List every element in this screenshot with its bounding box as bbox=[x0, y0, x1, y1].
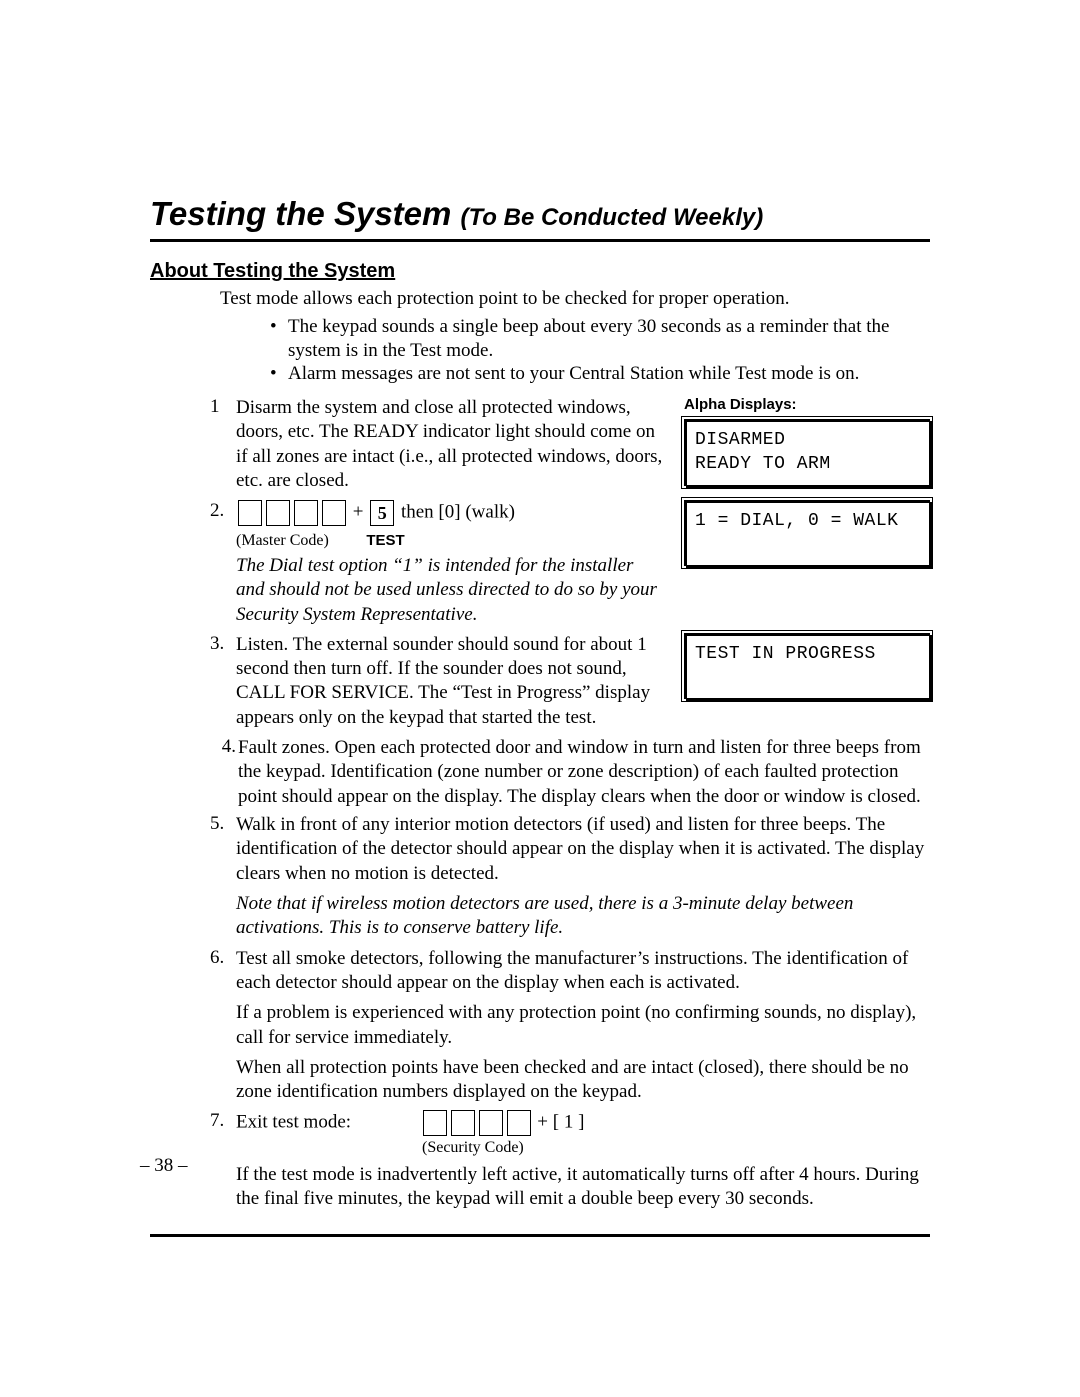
step-6-row: 6. Test all smoke detectors, following t… bbox=[210, 947, 930, 1105]
code-digit-box bbox=[451, 1110, 475, 1136]
code-digit-box bbox=[507, 1110, 531, 1136]
plus-sign: + bbox=[353, 501, 368, 522]
lcd-display-dial-walk: 1 = DIAL, 0 = WALK bbox=[684, 500, 930, 567]
bullet-item: •Alarm messages are not sent to your Cen… bbox=[270, 362, 930, 386]
page-number: – 38 – bbox=[140, 1155, 188, 1177]
lcd-line: DISARMED bbox=[695, 428, 919, 452]
step-2-after: then [0] (walk) bbox=[401, 501, 515, 522]
key-five-box: 5 bbox=[370, 500, 394, 526]
title-subtitle: (To Be Conducted Weekly) bbox=[461, 204, 764, 231]
alpha-displays-column: Alpha Displays: DISARMED READY TO ARM bbox=[684, 396, 930, 502]
bullet-dot-icon: • bbox=[270, 315, 288, 363]
step-text: Disarm the system and close all protecte… bbox=[236, 396, 666, 493]
lcd-line: 1 = DIAL, 0 = WALK bbox=[695, 509, 919, 533]
step-number: 4. bbox=[210, 736, 238, 809]
step-number: 7. bbox=[210, 1110, 236, 1211]
step-number: 2. bbox=[210, 500, 236, 627]
step-2-row: 2. + 5 then [0] (walk) (Master Code) TES… bbox=[210, 500, 930, 631]
alpha-displays-label: Alpha Displays: bbox=[684, 396, 930, 413]
page-title: Testing the System (To Be Conducted Week… bbox=[150, 195, 930, 233]
lcd-line-blank bbox=[695, 533, 919, 557]
bullet-text: The keypad sounds a single beep about ev… bbox=[288, 315, 930, 363]
step-number: 6. bbox=[210, 947, 236, 1105]
step-7-tail: If the test mode is inadvertently left a… bbox=[236, 1163, 930, 1212]
test-label: TEST bbox=[366, 532, 404, 549]
step-body: Walk in front of any interior motion det… bbox=[236, 813, 930, 941]
step-text: Fault zones. Open each protected door an… bbox=[238, 736, 930, 809]
intro-text: Test mode allows each protection point t… bbox=[220, 287, 930, 311]
code-digit-box bbox=[423, 1110, 447, 1136]
exit-test-mode-label: Exit test mode: bbox=[236, 1112, 351, 1133]
code-digit-box bbox=[266, 500, 290, 526]
step-4-row: 4. Fault zones. Open each protected door… bbox=[210, 736, 930, 809]
step-6-p1: Test all smoke detectors, following the … bbox=[236, 947, 930, 996]
step-6-p3: When all protection points have been che… bbox=[236, 1056, 930, 1105]
lcd-line: TEST IN PROGRESS bbox=[695, 642, 919, 666]
step-body: + 5 then [0] (walk) (Master Code) TEST T… bbox=[236, 500, 666, 627]
step-6-p2: If a problem is experienced with any pro… bbox=[236, 1001, 930, 1050]
security-code-label: (Security Code) bbox=[422, 1138, 930, 1158]
step-2-left: 2. + 5 then [0] (walk) (Master Code) TES… bbox=[210, 500, 666, 631]
lcd-display-disarmed: DISARMED READY TO ARM bbox=[684, 419, 930, 486]
step-number: 5. bbox=[210, 813, 236, 941]
step-1-left: 1 Disarm the system and close all protec… bbox=[210, 396, 666, 502]
master-code-label: (Master Code) bbox=[236, 532, 329, 549]
code-digit-box bbox=[238, 500, 262, 526]
code-digit-box bbox=[294, 500, 318, 526]
lcd-column: TEST IN PROGRESS bbox=[684, 633, 930, 734]
step-7-plus-one: + [ 1 ] bbox=[537, 1112, 584, 1133]
step-text: Walk in front of any interior motion det… bbox=[236, 813, 930, 886]
step-number: 3. bbox=[210, 633, 236, 730]
step-body: Exit test mode: + [ 1 ] (Security Code) … bbox=[236, 1110, 930, 1211]
title-main: Testing the System bbox=[150, 195, 461, 232]
step-3-row: 3. Listen. The external sounder should s… bbox=[210, 633, 930, 734]
step-2-note: The Dial test option “1” is intended for… bbox=[236, 554, 666, 627]
step-7-row: 7. Exit test mode: + [ 1 ] (Security Cod… bbox=[210, 1110, 930, 1211]
bullet-dot-icon: • bbox=[270, 362, 288, 386]
horizontal-rule-bottom bbox=[150, 1234, 930, 1237]
step-text: Listen. The external sounder should soun… bbox=[236, 633, 666, 730]
lcd-column: 1 = DIAL, 0 = WALK bbox=[684, 500, 930, 631]
horizontal-rule-top bbox=[150, 239, 930, 242]
step-number: 1 bbox=[210, 396, 236, 493]
code-digit-box bbox=[479, 1110, 503, 1136]
lcd-line-blank bbox=[695, 666, 919, 690]
step-5-row: 5. Walk in front of any interior motion … bbox=[210, 813, 930, 941]
page: Testing the System (To Be Conducted Week… bbox=[0, 0, 1080, 1397]
code-digit-box bbox=[322, 500, 346, 526]
bullet-item: •The keypad sounds a single beep about e… bbox=[270, 315, 930, 363]
step-3-left: 3. Listen. The external sounder should s… bbox=[210, 633, 666, 734]
lcd-display-test-in-progress: TEST IN PROGRESS bbox=[684, 633, 930, 700]
step-1-row: 1 Disarm the system and close all protec… bbox=[210, 396, 930, 502]
section-heading: About Testing the System bbox=[150, 260, 930, 283]
bullet-list: •The keypad sounds a single beep about e… bbox=[270, 315, 930, 386]
bullet-text: Alarm messages are not sent to your Cent… bbox=[288, 362, 859, 386]
step-body: Test all smoke detectors, following the … bbox=[236, 947, 930, 1105]
lcd-line: READY TO ARM bbox=[695, 452, 919, 476]
step-5-note: Note that if wireless motion detectors a… bbox=[236, 892, 930, 941]
